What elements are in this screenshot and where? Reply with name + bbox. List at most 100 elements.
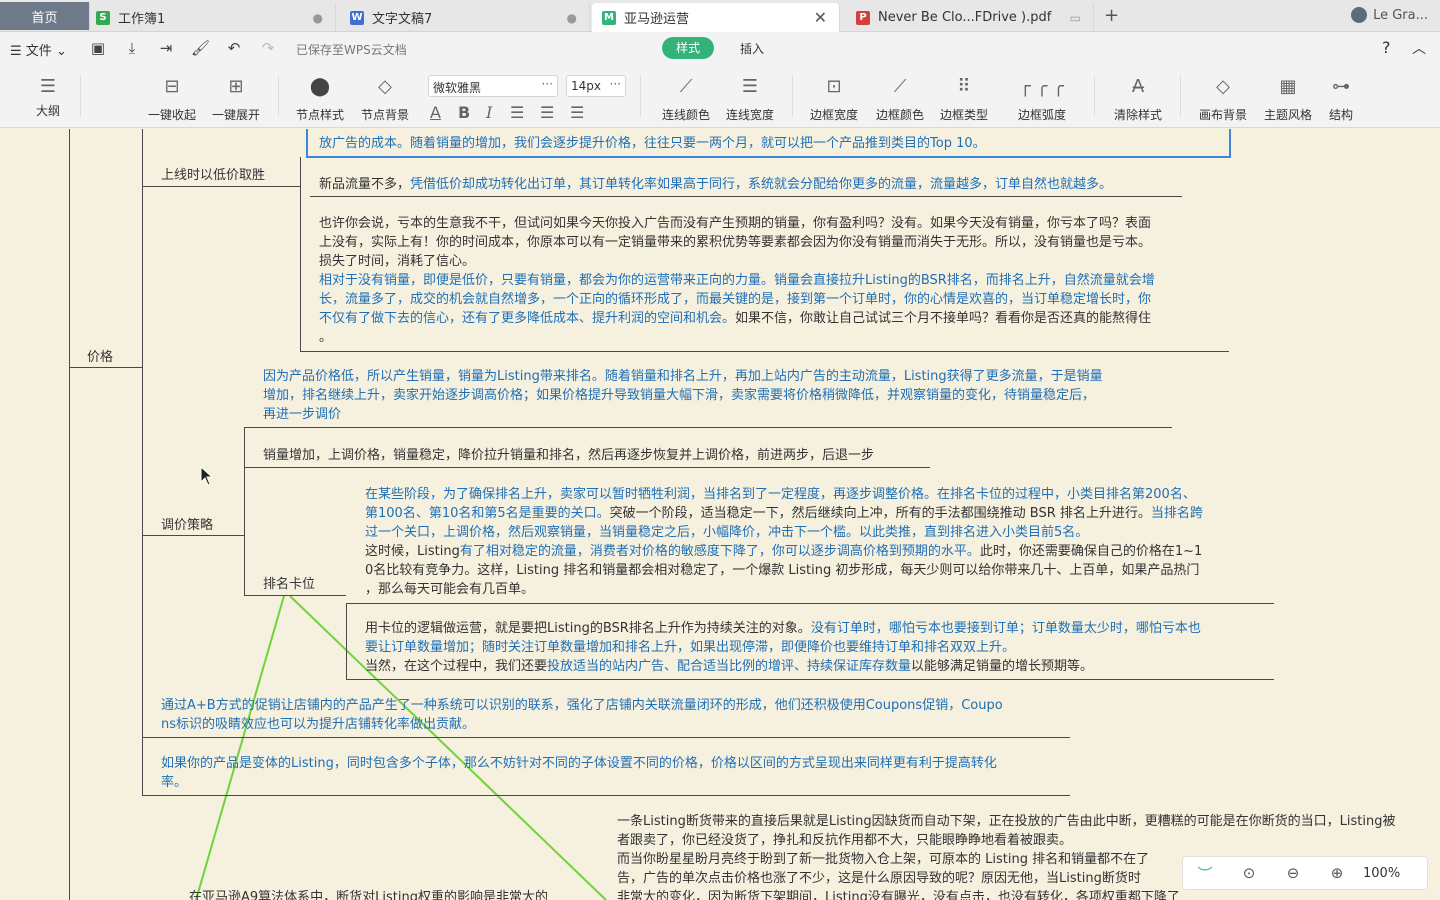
node-text[interactable]: 用卡位的逻辑做运营，就是要把Listing的BSR排名上升作为持续关注的对象。没…: [365, 619, 1201, 676]
border-type-button[interactable]: ⠿ 边框类型: [938, 76, 990, 123]
help-icon[interactable]: ?: [1382, 38, 1391, 57]
plus-box-icon: ⊞: [228, 76, 244, 97]
tab-mindmap[interactable]: M 亚马逊运营 ✕: [592, 3, 840, 32]
avatar: [1351, 7, 1368, 23]
node-price-strategy[interactable]: 调价策略: [161, 514, 213, 533]
text-line: 。: [319, 330, 333, 345]
node-text[interactable]: 也许你会说，亏本的生意我不干，但试问如果今天你投入广告而没有产生预期的销量，你有…: [319, 214, 1155, 347]
bold-icon[interactable]: B: [458, 103, 470, 122]
outline-button[interactable]: ☰ 大纲: [30, 76, 66, 119]
node-text[interactable]: 如果你的产品是变体的Listing，同时包含多个子体，那么不妨针对不同的子体设置…: [161, 754, 997, 792]
text-line: 长，流量多了，成交的机会就自然增多，一个正向的循环形成了，而最关键的是，接到第一…: [319, 292, 1152, 307]
collapse-ribbon-icon[interactable]: ︿: [1412, 38, 1426, 58]
text-run: 此时，你还需要确保自己的价格在1~1: [979, 544, 1203, 559]
tab-dot-icon[interactable]: ●: [313, 11, 323, 25]
spreadsheet-icon: S: [96, 10, 110, 25]
structure-button[interactable]: ⊶ 结构: [1322, 76, 1360, 123]
node-text[interactable]: 在亚马逊A9算法体系中，断货对Listing权重的影响是非常大的: [189, 888, 548, 900]
tab-document[interactable]: W 文字文稿7 ●: [340, 3, 590, 32]
font-size-value: 14px: [571, 79, 601, 93]
font-color-icon[interactable]: A: [430, 103, 441, 122]
file-menu[interactable]: ☰ 文件 ⌄: [10, 40, 67, 59]
italic-icon[interactable]: I: [486, 103, 492, 122]
download-icon[interactable]: ⤓: [123, 39, 141, 57]
font-family-select[interactable]: 微软雅黑 ···: [428, 75, 558, 97]
text-run: 小类目排名第200名、: [1067, 487, 1196, 502]
tab-bar: 首页 S 工作簿1 ● W 文字文稿7 ● M 亚马逊运营 ✕ P Never …: [0, 0, 1440, 32]
line-color-button[interactable]: ⟋ 连线颜色: [660, 76, 712, 123]
undo-icon[interactable]: ↶: [225, 39, 243, 57]
tab-style[interactable]: 样式: [662, 37, 714, 59]
node-price[interactable]: 价格: [87, 346, 113, 365]
zoom-out-icon[interactable]: ⊖: [1271, 864, 1315, 882]
save-icon[interactable]: ▣: [89, 39, 107, 57]
locate-icon[interactable]: ⊙: [1227, 864, 1271, 882]
node-text[interactable]: 在某些阶段，为了确保排名上升，卖家可以暂时牺牲利润，当排名到了一定程度，再逐步调…: [365, 485, 1203, 599]
align-right-icon[interactable]: ☰: [570, 103, 584, 122]
expand-all-button[interactable]: ⊞ 一键展开: [208, 76, 264, 123]
tab-workbook[interactable]: S 工作簿1 ●: [86, 3, 336, 32]
node-low-price[interactable]: 上线时以低价取胜: [161, 164, 265, 183]
align-left-icon[interactable]: ☰: [510, 103, 524, 122]
text-line: 者跟卖了，你已经没货了，挣扎和反抗作用都不大，只能眼睁睁地看着被跟卖。: [617, 833, 1073, 848]
theme-button[interactable]: ▦ 主题风格: [1262, 76, 1314, 123]
collapse-all-button[interactable]: ⊟ 一键收起: [144, 76, 200, 123]
border-width-icon: ⊡: [826, 76, 842, 97]
redo-icon[interactable]: ↷: [259, 39, 277, 57]
zoom-control: ︶ ⊙ ⊖ ⊕ 100%: [1182, 856, 1428, 890]
line-color-label: 连线颜色: [661, 108, 710, 122]
text-line: 也许你会说，亏本的生意我不干，但试问如果今天你投入广告而没有产生预期的销量，你有…: [319, 216, 1152, 231]
node-text[interactable]: 新品流量不多，凭借低价却成功转化出订单，其订单转化率如果高于同行，系统就会分配给…: [319, 175, 1112, 194]
node-text[interactable]: 通过A+B方式的促销让店铺内的产品产生了一种系统可以识别的联系，强化了店铺内关联…: [161, 696, 1003, 734]
node-style-label: 节点样式: [295, 108, 344, 122]
format-painter-icon[interactable]: 🖌: [191, 39, 210, 57]
font-family-value: 微软雅黑: [433, 81, 482, 95]
add-tab-icon[interactable]: +: [1104, 5, 1119, 26]
tab-dot-icon[interactable]: ●: [567, 11, 577, 25]
canvas-background-button[interactable]: ◇ 画布背景: [1196, 76, 1250, 123]
eye-closed-icon[interactable]: ︶: [1183, 863, 1227, 884]
node-style-button[interactable]: ⬤ 节点样式: [294, 76, 346, 123]
zoom-in-icon[interactable]: ⊕: [1315, 864, 1359, 882]
tab-insert[interactable]: 插入: [740, 40, 764, 57]
user-name: Le Gra...: [1373, 7, 1428, 23]
outline-label: 大纲: [35, 104, 60, 118]
text-run: 突破一个阶段，适当稳定一下，然后继续向上冲，所有的手法都围绕推动 BSR 排名上…: [609, 506, 1151, 521]
monitor-icon[interactable]: ▭: [1070, 11, 1081, 25]
node-text[interactable]: 放广告的成本。随着销量的增加，我们会逐步提升价格，往往只要一两个月，就可以把一个…: [319, 134, 986, 153]
more-icon: ···: [609, 77, 621, 91]
user-account[interactable]: Le Gra...: [1351, 7, 1428, 23]
text-run: 只要一两个月，就可以把一个产品推到类目的Top 10。: [670, 136, 986, 151]
node-rank-lock[interactable]: 排名卡位: [263, 573, 315, 592]
border-type-label: 边框类型: [939, 108, 988, 122]
mindmap-canvas[interactable]: 放广告的成本。随着销量的增加，我们会逐步提升价格，往往只要一两个月，就可以把一个…: [0, 129, 1440, 900]
text-line: 率。: [161, 775, 188, 790]
clear-style-button[interactable]: A̶ 清除样式: [1112, 76, 1164, 123]
line-width-button[interactable]: ☰ 连线宽度: [724, 76, 776, 123]
node-background-button[interactable]: ◇ 节点背景: [358, 76, 412, 123]
structure-icon: ⊶: [1332, 76, 1350, 97]
zoom-level[interactable]: 100%: [1363, 866, 1400, 881]
border-color-label: 边框颜色: [875, 108, 924, 122]
file-menu-label: 文件: [25, 44, 52, 59]
tab-pdf[interactable]: P Never Be Clo...FDrive ).pdf ▭: [846, 3, 1094, 32]
font-size-select[interactable]: 14px ···: [566, 75, 626, 97]
theme-icon: ▦: [1279, 76, 1297, 97]
text-line: ns标识的吸睛效应也可以为提升店铺转化率做出贡献。: [161, 717, 476, 732]
close-icon[interactable]: ✕: [814, 8, 827, 27]
border-radius-button[interactable]: ┌ ╭ ╭ 边框弧度: [1008, 76, 1076, 123]
tab-home[interactable]: 首页: [0, 2, 90, 30]
border-radius-icon: ┌ ╭ ╭: [1020, 76, 1064, 97]
node-text[interactable]: 销量增加，上调价格，销量稳定，降价拉升销量和排名，然后再逐步恢复并上调价格，前进…: [263, 446, 874, 465]
border-color-button[interactable]: ⟋ 边框颜色: [874, 76, 926, 123]
connector-line: [195, 595, 285, 900]
menu-bar: ☰ 文件 ⌄ ▣ ⤓ ⇥ 🖌 ↶ ↷ 已保存至WPS云文档 样式 插入 ? ︿: [0, 32, 1440, 64]
border-width-button[interactable]: ⊡ 边框宽度: [808, 76, 860, 123]
export-icon[interactable]: ⇥: [157, 39, 175, 57]
align-center-icon[interactable]: ☰: [540, 103, 554, 122]
text-run: 当排名跨: [1150, 506, 1203, 521]
node-text[interactable]: 因为产品价格低，所以产生销量，销量为Listing带来排名。随着销量和排名上升，…: [263, 367, 1103, 424]
border-radius-label: 边框弧度: [1017, 108, 1066, 122]
text-run: 新品流量不多，: [319, 177, 411, 192]
text-run: 不仅有了做下去的信心，还有了更多降低成本、提升利润的空间和机会。: [319, 311, 736, 326]
